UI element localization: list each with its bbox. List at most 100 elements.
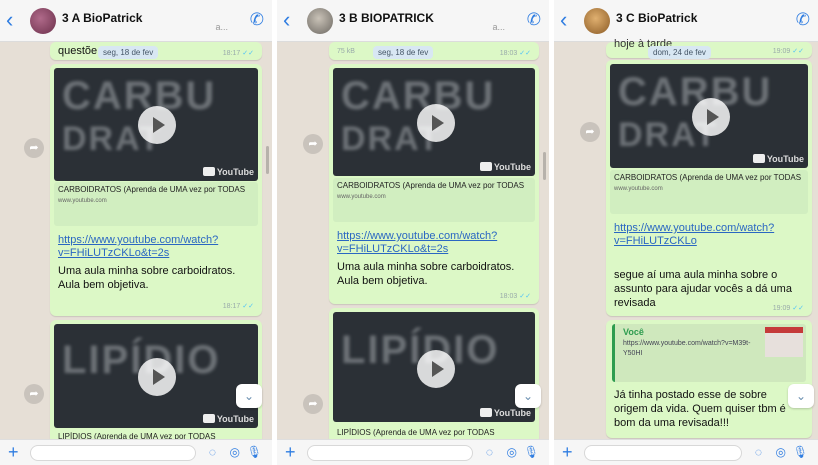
thumbnail-title: CARBU [341,74,496,118]
message-text: Uma aula minha sobre carboidratos. Aula … [337,261,515,287]
camera-icon[interactable]: ◎ [507,445,517,459]
camera-icon[interactable]: ◎ [230,445,240,459]
quoted-text: https://www.youtube.com/watch?v=M39t-Y50… [623,340,751,357]
play-button-icon[interactable] [692,98,730,136]
date-separator: seg, 18 de fev [98,46,159,59]
play-button-icon[interactable] [138,358,176,396]
message-time: 19:09 [773,47,804,55]
back-chevron-icon[interactable]: ‹ [560,9,574,31]
scroll-down-icon[interactable]: ⌄ [515,384,541,408]
video-thumbnail[interactable]: CARBU DRAT YouTube [610,64,808,168]
chat-title[interactable]: 3 C BioPatrick [616,11,697,25]
message-time: 19:09 [773,304,804,312]
compose-bar: + ◌ ◎ 🎙 [554,439,818,465]
quoted-message[interactable]: Você https://www.youtube.com/watch?v=M39… [612,324,806,382]
compose-bar: + ◌ ◎ 🎙 [0,439,272,465]
link-preview-domain: www.youtube.com [58,198,107,204]
message-time: 18:03 [500,49,531,57]
scroll-down-icon[interactable]: ⌄ [236,384,262,408]
typing-dots-icon: a... [492,22,505,32]
link-preview-card[interactable]: CARBOIDRATOS (Aprenda de UMA vez por TOD… [333,178,535,222]
forward-icon[interactable]: ➦ [580,122,600,142]
forward-icon[interactable]: ➦ [24,384,44,404]
scrollbar[interactable] [266,146,269,174]
youtube-logo-icon: YouTube [480,162,531,172]
add-call-icon[interactable]: ✆ [250,10,264,30]
sticker-icon[interactable]: ◌ [755,445,762,459]
forward-icon[interactable]: ➦ [24,138,44,158]
video-thumbnail[interactable]: CARBU DRAT YouTube [54,68,258,181]
chat-header: ‹ 3 B BIOPATRICK a... ✆ [277,0,549,42]
date-separator: dom, 24 de fev [648,46,711,59]
message-time: 18:17 [223,302,254,310]
reply-text: Já tinha postado esse de sobre origem da… [614,389,786,429]
sticker-icon[interactable]: ◌ [486,445,493,459]
youtube-logo-icon: YouTube [480,408,531,418]
link-preview-domain: www.youtube.com [337,194,386,200]
back-chevron-icon[interactable]: ‹ [6,9,20,31]
group-avatar[interactable] [30,8,56,34]
reply-message-bubble: Você https://www.youtube.com/watch?v=M39… [606,320,812,438]
link-preview-title: LIPÍDIOS (Aprenda de UMA vez por TODAS [337,428,495,437]
chat-messages[interactable]: 75 kB 18:03 seg, 18 de fev CARBU DRAT Yo… [277,42,549,444]
chat-header: ‹ 3 A BioPatrick a... ✆ [0,0,272,42]
add-call-icon[interactable]: ✆ [796,10,810,30]
attach-plus-icon[interactable]: + [562,442,573,463]
message-time: 18:17 [223,49,254,57]
video-message-bubble: CARBU DRAT YouTube CARBOIDRATOS (Aprenda… [606,60,812,316]
back-chevron-icon[interactable]: ‹ [283,9,297,31]
forward-icon[interactable]: ➦ [303,394,323,414]
video-thumbnail[interactable]: CARBU DRAT YouTube [333,68,535,176]
play-button-icon[interactable] [417,104,455,142]
microphone-icon[interactable]: 🎙 [247,445,262,459]
link-preview-title: CARBOIDRATOS (Aprenda de UMA vez por TOD… [337,181,525,190]
video-message-bubble: CARBU DRAT YouTube CARBOIDRATOS (Aprenda… [50,64,262,316]
camera-icon[interactable]: ◎ [776,445,786,459]
play-button-icon[interactable] [138,106,176,144]
add-call-icon[interactable]: ✆ [527,10,541,30]
message-text: Uma aula minha sobre carboidratos. Aula … [58,265,236,291]
message-link[interactable]: https://www.youtube.com/watch?v=FHiLUTzC… [58,234,254,260]
video-thumbnail[interactable]: LIPÍDIO YouTube [333,312,535,422]
microphone-icon[interactable]: 🎙 [793,445,808,459]
chat-messages[interactable]: questõe 18:17 seg, 18 de fev CARBU DRAT … [0,42,272,450]
group-avatar[interactable] [584,8,610,34]
chat-title[interactable]: 3 A BioPatrick [62,11,142,25]
thumbnail-title: CARBU [62,74,217,118]
message-bubble: 75 kB 18:03 [329,42,539,60]
message-link[interactable]: https://www.youtube.com/watch?v=FHiLUTzC… [614,222,804,248]
message-input[interactable] [307,445,473,461]
link-preview-domain: www.youtube.com [614,186,663,192]
youtube-logo-icon: YouTube [203,167,254,177]
message-input[interactable] [30,445,196,461]
microphone-icon[interactable]: 🎙 [524,445,539,459]
chat-title[interactable]: 3 B BIOPATRICK [339,11,434,25]
play-button-icon[interactable] [417,350,455,388]
typing-dots-icon: a... [215,22,228,32]
quoted-author: Você [623,327,644,337]
compose-bar: + ◌ ◎ 🎙 [277,439,549,465]
video-thumbnail[interactable]: LIPÍDIO YouTube [54,324,258,428]
scrollbar[interactable] [543,152,546,180]
link-preview-card[interactable]: CARBOIDRATOS (Aprenda de UMA vez por TOD… [54,182,258,226]
video-message-bubble: CARBU DRAT YouTube CARBOIDRATOS (Aprenda… [329,64,539,304]
video-message-bubble: LIPÍDIO YouTube LIPÍDIOS (Aprenda de UMA… [329,308,539,444]
message-input[interactable] [584,445,742,461]
chat-panel-3c: ‹ 3 C BioPatrick ✆ hoje à tarde 19:09 do… [554,0,818,465]
message-time: 18:03 [500,292,531,300]
attach-plus-icon[interactable]: + [285,442,296,463]
link-preview-title: CARBOIDRATOS (Aprenda de UMA vez por TOD… [614,173,802,182]
sticker-icon[interactable]: ◌ [209,445,216,459]
link-preview-card[interactable]: CARBOIDRATOS (Aprenda de UMA vez por TOD… [610,170,808,214]
chat-messages[interactable]: hoje à tarde 19:09 dom, 24 de fev CARBU … [554,38,818,439]
group-avatar[interactable] [307,8,333,34]
link-preview-title: CARBOIDRATOS (Aprenda de UMA vez por TOD… [58,185,246,194]
video-message-bubble: LIPÍDIO YouTube LIPÍDIOS (Aprenda de UMA… [50,320,262,450]
attach-plus-icon[interactable]: + [8,442,19,463]
scroll-down-icon[interactable]: ⌄ [788,384,814,408]
date-separator: seg, 18 de fev [373,46,434,59]
forward-icon[interactable]: ➦ [303,134,323,154]
message-link[interactable]: https://www.youtube.com/watch?v=FHiLUTzC… [337,230,531,256]
chat-panel-3a: ‹ 3 A BioPatrick a... ✆ questõe 18:17 se… [0,0,272,465]
chat-header: ‹ 3 C BioPatrick ✆ [554,0,818,42]
